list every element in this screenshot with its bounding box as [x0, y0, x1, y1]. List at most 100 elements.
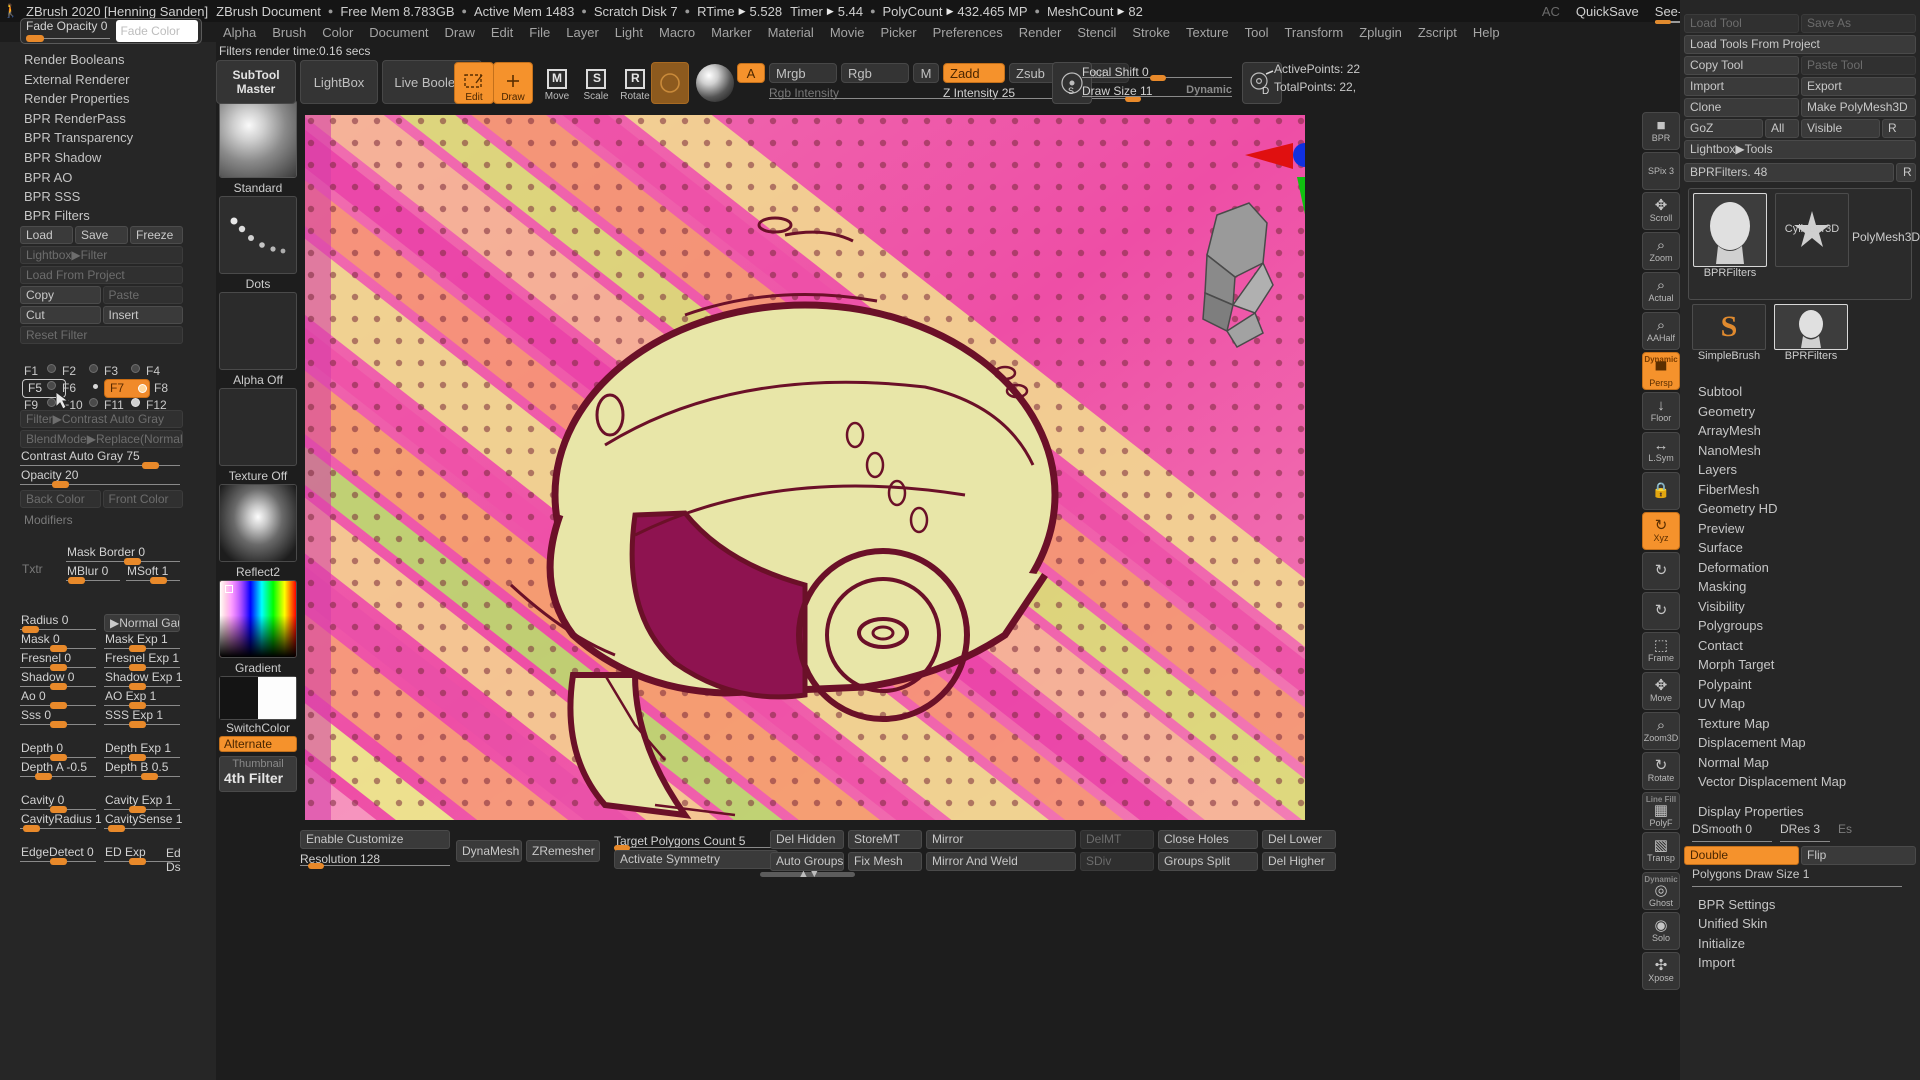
rp-button-load-tools-from-project[interactable]: Load Tools From Project	[1684, 35, 1916, 54]
mask-border-slider[interactable]: Mask Border 0	[66, 545, 180, 565]
front-color-button[interactable]: Front Color	[102, 490, 183, 508]
resolution-knob[interactable]	[308, 863, 324, 869]
fkey-radio-F12[interactable]	[131, 398, 140, 407]
double-button[interactable]: Double	[1684, 845, 1799, 865]
render-menu-item-external-renderer[interactable]: External Renderer	[0, 70, 216, 90]
quicksave-button[interactable]: QuickSave	[1576, 4, 1639, 19]
tool-subpalette-subtool[interactable]: Subtool	[1680, 382, 1920, 402]
resolution-slider[interactable]: Resolution 128	[300, 852, 450, 869]
save-button[interactable]: Save	[75, 226, 128, 244]
tool-thumbnail-grid-2[interactable]: S SimpleBrush BPRFilters	[1688, 304, 1912, 370]
tool-subpalette-morph-target[interactable]: Morph Target	[1680, 655, 1920, 675]
draw-size-slider[interactable]: Draw Size 11 Dynamic	[1082, 84, 1232, 98]
rp-button-load-tool[interactable]: Load Tool	[1684, 14, 1799, 33]
rail-xyz-icon[interactable]: ↻ Xyz	[1642, 512, 1680, 550]
subtool-master-button[interactable]: SubTool Master	[216, 60, 296, 104]
ed-ds-label[interactable]: Ed Ds	[166, 846, 183, 874]
tool-bottom-import[interactable]: Import	[1680, 953, 1920, 973]
fkey-F3[interactable]: F3	[104, 364, 118, 378]
menu-item-layer[interactable]: Layer	[559, 24, 606, 41]
tool-subpalette-displacement-map[interactable]: Displacement Map	[1680, 733, 1920, 753]
rail-move-icon[interactable]: ✥ Move	[1642, 672, 1680, 710]
menu-item-transform[interactable]: Transform	[1277, 24, 1350, 41]
rail-ghost-icon[interactable]: Dynamic ◎ Ghost	[1642, 872, 1680, 910]
tool-subpalette-list[interactable]: Subtool Geometry ArrayMesh NanoMesh Layers Fi…	[1680, 382, 1920, 792]
brush-preview-swatch[interactable]	[651, 62, 689, 104]
rp-button-save-as[interactable]: Save As	[1801, 14, 1916, 33]
menu-item-color[interactable]: Color	[315, 24, 360, 41]
tool-subpalette-contact[interactable]: Contact	[1680, 636, 1920, 656]
rail-bpr-icon[interactable]: ■ BPR	[1642, 112, 1680, 150]
fade-popup[interactable]: Fade Opacity 0 Fade Color	[20, 18, 202, 44]
tool-subpalette-nanomesh[interactable]: NanoMesh	[1680, 441, 1920, 461]
tool-subpalette-vector-displacement-map[interactable]: Vector Displacement Map	[1680, 772, 1920, 792]
fkey-F7-active[interactable]: F7	[104, 379, 150, 398]
target-polygons-slider[interactable]: Target Polygons Count 5	[614, 834, 778, 851]
storemt-button[interactable]: StoreMT	[848, 830, 922, 849]
sdiv-button[interactable]: SDiv	[1080, 852, 1154, 871]
filter-type-button[interactable]: Filter▶Contrast Auto Gray	[20, 410, 183, 428]
tool-action-rows[interactable]: Load Tool Save As Load Tools From Project C…	[1680, 0, 1920, 159]
render-menu-item-bpr-renderpass[interactable]: BPR RenderPass	[0, 109, 216, 129]
render-menu-item-bpr-ao[interactable]: BPR AO	[0, 168, 216, 188]
rp-button-visible[interactable]: Visible	[1801, 119, 1880, 138]
fade-opacity-knob[interactable]	[26, 35, 44, 42]
load-button[interactable]: Load	[20, 226, 73, 244]
rail-lsym-icon[interactable]: ↔ L.Sym	[1642, 432, 1680, 470]
bpr-filters-r-button[interactable]: R	[1896, 163, 1916, 182]
zadd-button[interactable]: Zadd	[943, 63, 1005, 83]
rotate-mode-button[interactable]: R Rotate	[616, 62, 654, 102]
slider-knob[interactable]	[50, 721, 67, 728]
slider-cavityradius-1[interactable]: CavityRadius 1	[20, 812, 102, 832]
opacity-slider[interactable]: Opacity 20	[20, 468, 180, 488]
secondary-color-swatch[interactable]	[220, 677, 258, 719]
fkey-F9[interactable]: F9	[24, 398, 38, 412]
contrast-auto-gray-knob[interactable]	[142, 462, 159, 469]
insert-button[interactable]: Insert	[102, 306, 183, 324]
enable-customize-button[interactable]: Enable Customize	[300, 830, 450, 849]
material-sphere-icon[interactable]	[696, 64, 734, 102]
filter-thumbnail-preview[interactable]: Thumbnail 4th Filter	[219, 756, 297, 792]
focal-shift-knob[interactable]	[1150, 75, 1166, 81]
fkey-F2[interactable]: F2	[62, 364, 76, 378]
rail-rotate-y-icon[interactable]: ↻	[1642, 552, 1680, 590]
viewport-tool-rail[interactable]: ■ BPR SPix 3 ✥ Scroll ⌕ Zoom ⌕ Actual ⌕ AAHalf Dyna…	[1642, 112, 1680, 992]
rail-floor-icon[interactable]: ↓ Floor	[1642, 392, 1680, 430]
slider-shadow-exp-1[interactable]: Shadow Exp 1	[104, 670, 182, 690]
tool-tile-bprfilters-2[interactable]	[1774, 304, 1848, 350]
rp-button-import[interactable]: Import	[1684, 77, 1799, 96]
slider-mask-exp-1[interactable]: Mask Exp 1	[104, 632, 180, 652]
menu-item-material[interactable]: Material	[761, 24, 821, 41]
delmt-button[interactable]: DelMT	[1080, 830, 1154, 849]
slider-depth-exp-1[interactable]: Depth Exp 1	[104, 741, 180, 761]
tool-subpalette-polygroups[interactable]: Polygroups	[1680, 616, 1920, 636]
slider-depth-0[interactable]: Depth 0	[20, 741, 96, 761]
cut-button[interactable]: Cut	[20, 306, 101, 324]
rail-rotate-z-icon[interactable]: ↻	[1642, 592, 1680, 630]
fkey-radio-F11[interactable]	[89, 398, 98, 407]
slider-knob[interactable]	[50, 683, 67, 690]
reset-filter-button[interactable]: Reset Filter	[20, 326, 183, 344]
mirror-button[interactable]: Mirror	[926, 830, 1076, 849]
rail-polyf-icon[interactable]: Line Fill ▦ PolyF	[1642, 792, 1680, 830]
slider-shadow-0[interactable]: Shadow 0	[20, 670, 96, 690]
tool-subpalette-uv-map[interactable]: UV Map	[1680, 694, 1920, 714]
slider-fresnel-0[interactable]: Fresnel 0	[20, 651, 96, 671]
fkey-radio-F2[interactable]	[47, 364, 56, 373]
tool-tile-simplebrush[interactable]: S	[1692, 304, 1766, 350]
rp-button-r[interactable]: R	[1882, 119, 1916, 138]
render-menu-list[interactable]: Render Booleans External Renderer Render P…	[0, 50, 216, 207]
menu-item-help[interactable]: Help	[1466, 24, 1507, 41]
move-mode-button[interactable]: M Move	[538, 62, 576, 102]
slider-knob[interactable]	[141, 773, 159, 780]
mblur-slider[interactable]: MBlur 0	[66, 564, 120, 584]
tool-thumbnail-grid[interactable]: BPRFilters Cylinder3D	[1688, 188, 1912, 300]
slider-knob[interactable]	[129, 721, 147, 728]
rp-button-copy-tool[interactable]: Copy Tool	[1684, 56, 1799, 75]
opacity-knob[interactable]	[52, 481, 69, 488]
tool-tile-bprfilters[interactable]	[1693, 193, 1767, 267]
primary-color-swatch[interactable]	[258, 677, 296, 719]
fkey-radio-F4[interactable]	[131, 364, 140, 373]
fkey-F4[interactable]: F4	[146, 364, 160, 378]
rp-button-clone[interactable]: Clone	[1684, 98, 1799, 117]
